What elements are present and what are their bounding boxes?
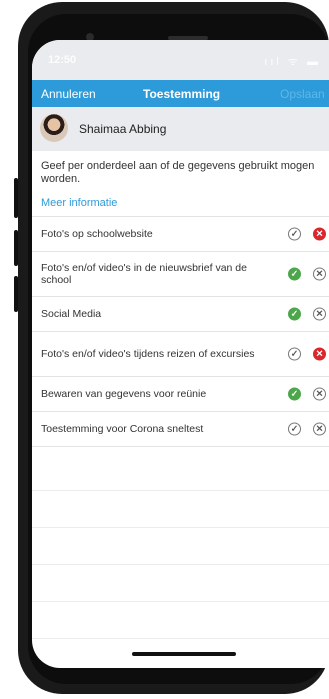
cross-icon[interactable]: ✕ bbox=[313, 307, 326, 321]
consent-row-corona-test: Toestemming voor Corona sneltest ✓ ✕ bbox=[32, 412, 329, 447]
empty-row-divider bbox=[32, 527, 329, 528]
empty-row-divider bbox=[32, 638, 329, 639]
profile-name: Shaimaa Abbing bbox=[79, 122, 167, 136]
cross-icon[interactable]: ✕ bbox=[313, 227, 326, 241]
consent-label: Bewaren van gegevens voor reünie bbox=[41, 388, 207, 400]
page-title: Toestemming bbox=[143, 87, 221, 101]
cancel-button[interactable]: Annuleren bbox=[41, 87, 96, 101]
status-time: 12:50 bbox=[48, 54, 77, 66]
navigation-bar: Annuleren Toestemming Opslaan bbox=[32, 80, 329, 107]
cross-icon[interactable]: ✕ bbox=[313, 267, 326, 281]
check-icon[interactable]: ✓ bbox=[288, 307, 301, 321]
consent-row-school-website: Foto's op schoolwebsite ✓ ✕ bbox=[32, 217, 329, 252]
check-icon[interactable]: ✓ bbox=[288, 387, 301, 401]
consent-label: Foto's en/of video's in de nieuwsbrief v… bbox=[41, 262, 247, 286]
intro-text: Geef per onderdeel aan of de gegevens ge… bbox=[41, 160, 315, 185]
consent-label: Foto's en/of video's tijdens reizen of e… bbox=[41, 348, 255, 360]
check-icon[interactable]: ✓ bbox=[288, 227, 301, 241]
consent-row-newsletter: Foto's en/of video's in de nieuwsbrief v… bbox=[32, 252, 329, 297]
phone-screen: 12:50 ııl ᯤ ▬ Annuleren Toestemming Opsl… bbox=[32, 40, 329, 668]
consent-list: Foto's op schoolwebsite ✓ ✕ Foto's en/of… bbox=[32, 216, 329, 447]
save-button[interactable]: Opslaan bbox=[280, 87, 325, 101]
phone-volume-down-button bbox=[14, 276, 18, 312]
check-icon[interactable]: ✓ bbox=[288, 347, 301, 361]
empty-row-divider bbox=[32, 564, 329, 565]
consent-label: Social Media bbox=[41, 308, 102, 320]
check-icon[interactable]: ✓ bbox=[288, 422, 301, 436]
consent-label: Foto's op schoolwebsite bbox=[41, 228, 153, 240]
check-icon[interactable]: ✓ bbox=[288, 267, 301, 281]
cross-icon[interactable]: ✕ bbox=[313, 347, 326, 361]
phone-volume-up-button bbox=[14, 230, 18, 266]
profile-header: Shaimaa Abbing bbox=[32, 107, 329, 151]
empty-row-divider bbox=[32, 490, 329, 491]
consent-row-reunion: Bewaren van gegevens voor reünie ✓ ✕ bbox=[32, 377, 329, 412]
empty-row-divider bbox=[32, 601, 329, 602]
more-info-link[interactable]: Meer informatie bbox=[41, 197, 117, 209]
status-bar: 12:50 ııl ᯤ ▬ bbox=[32, 40, 329, 80]
consent-row-social-media: Social Media ✓ ✕ bbox=[32, 297, 329, 332]
phone-side-button bbox=[14, 178, 18, 218]
avatar bbox=[40, 114, 68, 142]
home-indicator[interactable] bbox=[132, 652, 236, 656]
consent-row-trips: Foto's en/of video's tijdens reizen of e… bbox=[32, 332, 329, 377]
consent-label: Toestemming voor Corona sneltest bbox=[41, 423, 204, 435]
cross-icon[interactable]: ✕ bbox=[313, 422, 326, 436]
signal-battery-icon: ııl ᯤ ▬ bbox=[264, 56, 321, 68]
cross-icon[interactable]: ✕ bbox=[313, 387, 326, 401]
